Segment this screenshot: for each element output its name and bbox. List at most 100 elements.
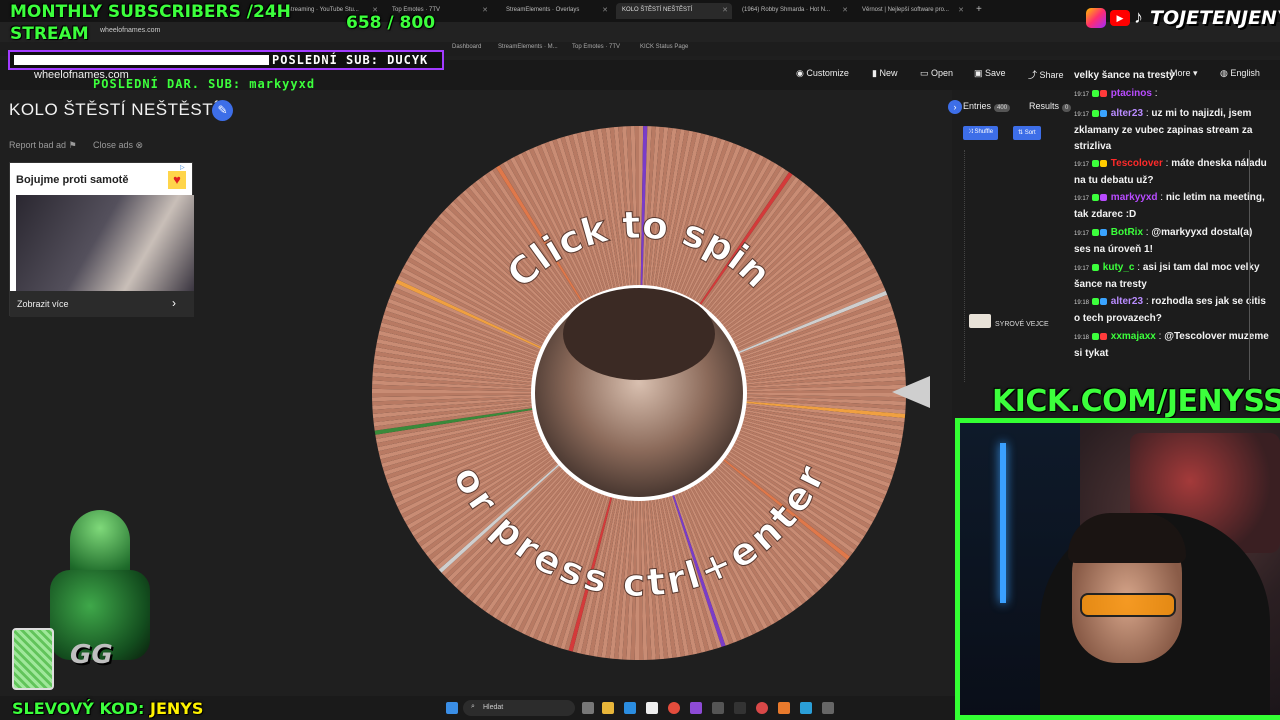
ad-footer[interactable]: Zobrazit více › [10,291,194,317]
bookmark-item[interactable]: Top Emotes · 7TV [572,44,620,50]
new-button[interactable]: ▮ New [872,68,897,79]
close-circle-icon: ⊗ [135,140,144,150]
last-donation-text: POSLEDNÍ DAR. SUB: markyyxd [93,77,316,91]
chrome-icon[interactable] [668,702,680,714]
chat-time: 19:17 [1074,162,1090,168]
app-icon[interactable] [800,702,812,714]
subscribers-goal-title-line2: STREAM [10,24,89,44]
customize-button[interactable]: ◉ Customize [796,68,849,79]
app-icon[interactable] [712,702,724,714]
entries-count-badge: 400 [994,104,1011,112]
report-ad-label: Report bad ad [9,140,67,150]
chat-username: alter23 [1110,296,1144,307]
bookmark-item[interactable]: StreamElements · M... [498,44,558,50]
close-icon[interactable]: ✕ [602,6,608,14]
close-icon[interactable]: ✕ [958,6,964,14]
save-button[interactable]: ▣ Save [974,68,1006,79]
collapse-panel-button[interactable]: › [948,100,962,114]
badge-icon [1100,228,1108,236]
close-icon[interactable]: ✕ [842,6,848,14]
chat-message: 19:17 Tescolover : máte dneska náladu na… [1074,158,1267,186]
entries-scrollbar[interactable] [1249,150,1255,380]
chat-text: velky šance na tresty [1074,70,1175,81]
chat-time: 19:17 [1074,196,1090,202]
open-button[interactable]: ▭ Open [920,68,953,79]
chat-message: 19:17 alter23 : uz mi to najizdi, jsem z… [1074,108,1253,152]
tab-label: KOLO ŠTĚSTÍ NEŠTĚSTÍ [622,7,693,13]
webcam-person-hair [1068,513,1186,563]
badge-icon [1092,109,1100,117]
badge-icon [1092,332,1100,340]
entries-tab-label: Entries [963,101,992,111]
promo-label: SLEVOVÝ KOD: [12,699,145,718]
bookmark-item[interactable]: KICK Status Page [640,44,688,50]
bookmark-item[interactable]: Dashboard [452,44,481,50]
task-view-icon[interactable] [582,702,594,714]
taskbar-search[interactable]: ⌕ Hledat [463,700,575,716]
shuffle-button[interactable]: ⤨ Shuffle [963,126,999,140]
tab-label: (1964) Robby Shmarda · Hot N... [742,7,831,13]
new-tab-button[interactable]: + [972,3,988,19]
edge-icon[interactable] [624,702,636,714]
app-icon[interactable] [756,702,768,714]
badge-icon [1092,263,1100,271]
close-icon[interactable]: ✕ [722,6,728,14]
edit-title-button[interactable]: ✎ [212,100,233,121]
search-icon: ⌕ [471,703,475,710]
app-icon[interactable] [822,702,834,714]
ad-title: Bojujme proti samotě [16,174,129,186]
chat-time: 19:17 [1074,231,1090,237]
social-brand-banner: ▶ ♪ TOJETENJENYS [1086,6,1280,32]
save-label: Save [985,68,1006,78]
open-label: Open [931,68,954,78]
sort-button[interactable]: ⇅ Sort [1013,126,1041,140]
close-ads-link[interactable]: Close ads ⊗ [93,140,143,151]
browser-tab-active[interactable]: KOLO ŠTĚSTÍ NEŠTĚSTÍ ✕ [616,3,732,19]
page-title: KOLO ŠTĚSTÍ NEŠTĚSTÍ [9,100,219,119]
chat-message: 19:17 kuty_c : asi jsi tam dal moc velky… [1074,262,1260,290]
last-sub-box: POSLEDNÍ SUB: DUCYK [8,50,444,70]
spin-wheel[interactable]: Click to spin or press ctrl+enter [372,126,906,660]
badge-icon [1100,159,1108,167]
promo-code: JENYS [150,699,204,718]
share-icon: ⤴ [1028,70,1040,80]
badge-icon [1092,228,1100,236]
chat-time: 19:17 [1074,112,1090,118]
file-explorer-icon[interactable] [602,702,614,714]
chat-username: alter23 [1110,108,1144,119]
app-icon[interactable] [734,702,746,714]
close-ads-label: Close ads [93,140,134,150]
tab-results[interactable]: Results 0 [1029,101,1072,112]
badge-icon [1100,109,1108,117]
gg-booster-logo: GG [70,640,113,670]
entries-textarea[interactable] [964,150,1064,382]
chat-overlay: velky šance na tresty 19:17 ptacinos : 1… [1070,66,1272,366]
brand-name: TOJETENJENYS [1150,7,1280,29]
obs-icon[interactable] [690,702,702,714]
report-ad-link[interactable]: Report bad ad ⚑ [9,140,77,151]
tab-entries[interactable]: Entries 400 [963,101,1011,112]
ad-banner[interactable]: Bojujme proti samotě ♥ ▷ Zobrazit více › [9,162,194,317]
chat-time: 19:18 [1074,335,1090,341]
browser-tab[interactable]: Věrnost | Nejlepší software pro... ✕ [856,3,968,19]
new-label: New [879,68,898,78]
chat-message: 19:17 BotRix : @markyyxd dostal(a) ses n… [1074,227,1253,255]
chat-username: Tescolover [1110,158,1163,169]
webcam-feed [955,418,1280,720]
chat-message: velky šance na tresty [1074,68,1270,84]
ad-info-icon[interactable]: ▷ [180,164,185,171]
heart-icon: ♥ [168,171,186,189]
chat-message: 19:18 alter23 : rozhodla ses jak se citi… [1074,296,1266,324]
store-icon[interactable] [646,702,658,714]
browser-tab[interactable]: (1964) Robby Shmarda · Hot N... ✕ [736,3,852,19]
browser-tab[interactable]: StreamElements · Overlays ✕ [500,3,612,19]
close-icon[interactable]: ✕ [482,6,488,14]
sort-icon: ⇅ [1018,130,1025,136]
search-label: Hledat [483,704,504,711]
app-icon[interactable] [778,702,790,714]
customize-label: Customize [806,68,849,78]
save-icon: ▣ [974,68,986,78]
share-button[interactable]: ⤴ Share [1028,68,1064,81]
wheel-graphic[interactable]: Click to spin or press ctrl+enter [372,126,906,660]
windows-start-icon[interactable] [446,702,458,714]
